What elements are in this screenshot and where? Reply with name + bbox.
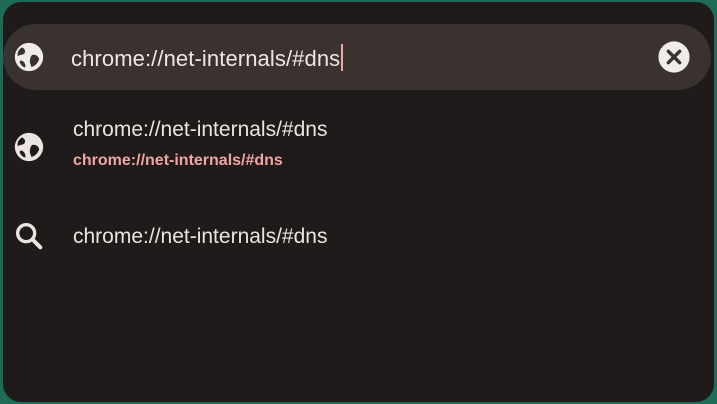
omnibox[interactable]: chrome://net-internals/#dns [3, 24, 711, 90]
globe-icon [14, 132, 44, 162]
suggestion-url-text: chrome://net-internals/#dns [73, 152, 283, 169]
url-input-text: chrome://net-internals/#dns [71, 46, 341, 71]
omnibox-dropdown-panel: chrome://net-internals/#dns chrome://net… [3, 2, 714, 402]
suggestion-title: chrome://net-internals/#dns [73, 118, 328, 141]
suggestion-url[interactable]: chrome://net-internals/#dns chrome://net… [3, 106, 714, 192]
clear-icon[interactable] [657, 40, 691, 74]
suggestion-search[interactable]: chrome://net-internals/#dns [3, 207, 714, 269]
suggestion-title: chrome://net-internals/#dns [73, 225, 328, 248]
search-icon [15, 222, 43, 250]
globe-icon [14, 42, 44, 72]
text-caret [341, 44, 344, 71]
url-input[interactable]: chrome://net-internals/#dns [71, 44, 344, 72]
